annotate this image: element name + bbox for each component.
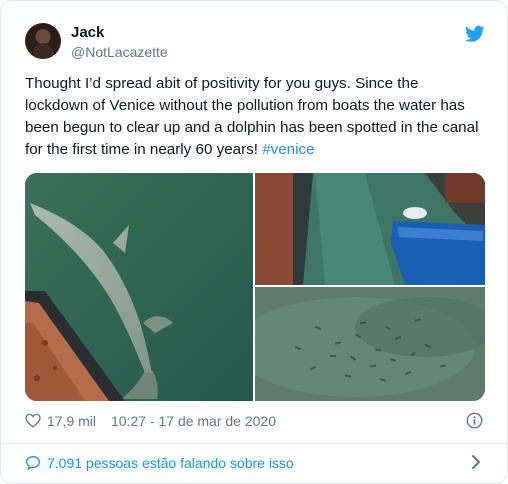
conversation-link[interactable]: 7.091 pessoas estão falando sobre isso: [25, 451, 485, 475]
avatar[interactable]: [25, 23, 61, 59]
conversation-label[interactable]: 7.091 pessoas estão falando sobre isso: [47, 455, 294, 471]
heart-icon[interactable]: [25, 413, 41, 428]
author-name[interactable]: Jack: [71, 24, 104, 41]
tweet-meta: 17,9 mil 10:27 - 17 de mar de 2020: [25, 409, 485, 433]
timestamp[interactable]: 10:27 - 17 de mar de 2020: [111, 413, 276, 429]
tweet-text: Thought I’d spread abit of positivity fo…: [25, 73, 485, 161]
divider: [2, 443, 508, 444]
dolphin-photo[interactable]: [25, 173, 253, 401]
like-count[interactable]: 17,9 mil: [47, 413, 96, 429]
fish-photo[interactable]: [255, 287, 485, 401]
canal-boat-photo[interactable]: [255, 173, 485, 285]
media-grid: [25, 173, 485, 401]
tweet-header: Jack @NotLacazette: [25, 23, 485, 67]
tweet-card[interactable]: Jack @NotLacazette Thought I’d spread ab…: [0, 0, 508, 484]
hashtag-link[interactable]: #venice: [262, 141, 314, 158]
chat-bubble-icon: [25, 455, 41, 471]
twitter-bird-icon[interactable]: [465, 25, 485, 43]
info-icon[interactable]: [466, 412, 483, 429]
tweet-body: Thought I’d spread abit of positivity fo…: [25, 75, 479, 158]
chevron-right-icon[interactable]: [471, 454, 481, 470]
author-handle[interactable]: @NotLacazette: [71, 44, 168, 60]
